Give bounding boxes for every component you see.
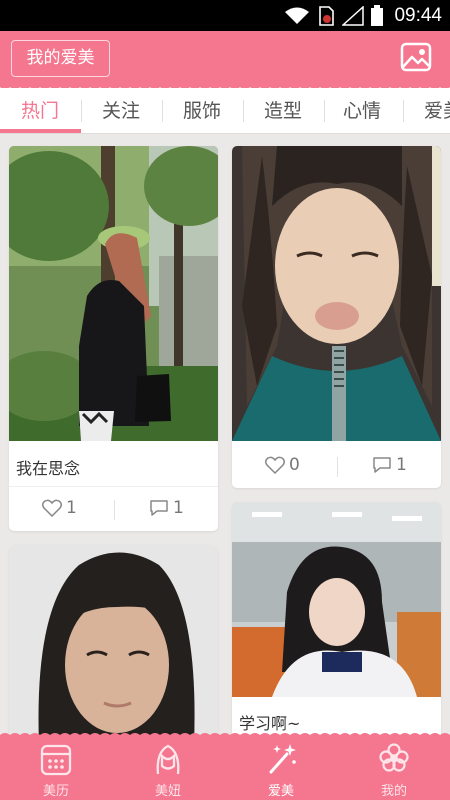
calendar-icon <box>40 744 72 776</box>
tabs-border <box>0 133 450 134</box>
feed-card[interactable]: 0 1 <box>232 146 441 488</box>
feed-card[interactable] <box>9 545 218 745</box>
sim-card-icon <box>319 6 334 26</box>
nav-item-aimei[interactable]: 爱美 <box>225 736 337 800</box>
post-photo[interactable] <box>9 545 218 745</box>
signal-icon <box>342 6 364 26</box>
feed-card[interactable]: 我在思念 1 1 <box>9 146 218 531</box>
comment-count-value: 1 <box>173 498 184 518</box>
heart-icon <box>42 499 62 517</box>
nav-item-mine[interactable]: 我的 <box>338 736 450 800</box>
my-aimei-button[interactable]: 我的爱美 <box>11 40 110 77</box>
tab-aimei[interactable]: 爱美 <box>403 88 450 134</box>
battery-icon <box>371 5 383 26</box>
comment-count[interactable]: 1 <box>149 498 184 518</box>
app-header: 我的爱美 <box>0 31 450 85</box>
nav-item-girl[interactable]: 美妞 <box>112 736 224 800</box>
post-photo[interactable] <box>9 146 218 441</box>
tab-mood[interactable]: 心情 <box>322 88 402 134</box>
like-count-value: 1 <box>66 498 77 518</box>
comment-count-value: 1 <box>396 455 407 475</box>
flower-icon <box>379 743 409 772</box>
comment-icon <box>373 457 391 473</box>
heart-icon <box>265 456 285 474</box>
tab-clothing[interactable]: 服饰 <box>162 88 242 134</box>
tab-hot[interactable]: 热门 <box>0 88 80 134</box>
comment-icon <box>150 500 168 516</box>
nav-label: 美历 <box>42 784 69 799</box>
tab-follow[interactable]: 关注 <box>81 88 161 134</box>
nav-label: 爱美 <box>267 784 294 799</box>
post-caption: 我在思念 <box>16 459 81 478</box>
photo-upload-icon[interactable] <box>400 41 432 73</box>
bottom-navigation: 美历 美妞 爱美 我的 <box>0 736 450 800</box>
nav-label: 我的 <box>380 784 407 799</box>
girl-icon <box>156 744 180 775</box>
nav-label: 美妞 <box>154 784 181 799</box>
wifi-icon <box>285 7 309 24</box>
magic-wand-icon <box>269 744 296 774</box>
stat-separator <box>114 500 115 520</box>
post-photo[interactable] <box>232 146 441 441</box>
stat-separator <box>337 457 338 477</box>
card-divider <box>9 486 218 487</box>
like-count[interactable]: 0 <box>265 455 300 475</box>
post-photo[interactable] <box>232 502 441 697</box>
like-count-value: 0 <box>289 455 300 475</box>
category-tabs: 热门 关注 服饰 造型 心情 爱美 <box>0 88 450 134</box>
status-bar: 09:44 <box>0 0 450 31</box>
nav-item-calendar[interactable]: 美历 <box>0 736 112 800</box>
tab-styling[interactable]: 造型 <box>243 88 323 134</box>
like-count[interactable]: 1 <box>42 498 77 518</box>
comment-count[interactable]: 1 <box>372 455 407 475</box>
feed-card[interactable]: 学习啊~ <box>232 502 441 742</box>
status-time: 09:44 <box>394 5 442 26</box>
